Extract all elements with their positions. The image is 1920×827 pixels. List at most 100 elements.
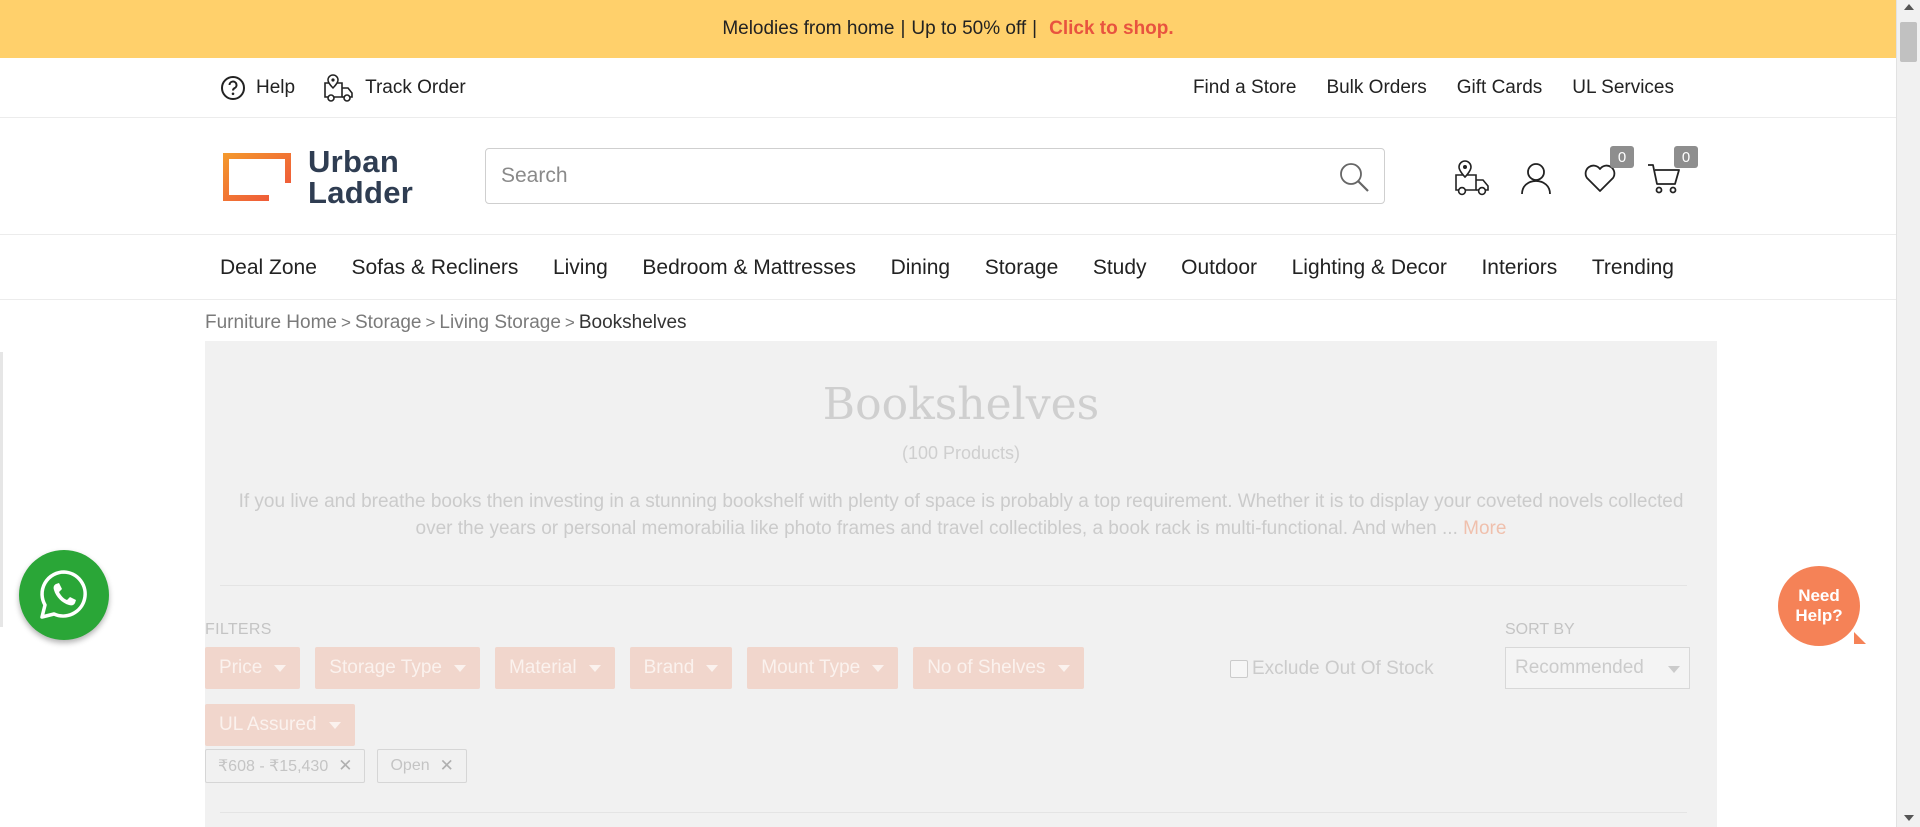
store-locator-button[interactable] <box>1452 158 1492 198</box>
applied-filters: ₹608 - ₹15,430 ✕ Open ✕ <box>205 749 467 783</box>
logo-line-1: Urban <box>308 144 400 179</box>
search-icon[interactable] <box>1338 161 1370 193</box>
breadcrumb-storage[interactable]: Storage <box>355 312 422 334</box>
exclude-out-of-stock-toggle[interactable]: Exclude Out Of Stock <box>1230 658 1434 680</box>
exclude-out-of-stock-checkbox[interactable] <box>1230 660 1248 678</box>
bulk-orders-link[interactable]: Bulk Orders <box>1326 77 1426 99</box>
promo-separator: | <box>900 18 906 39</box>
applied-filter-label: Open <box>390 757 430 774</box>
applied-filter-label: ₹608 - ₹15,430 <box>218 758 329 775</box>
nav-item-dining[interactable]: Dining <box>891 256 951 280</box>
nav-item-living[interactable]: Living <box>553 256 608 280</box>
promo-text: Melodies from home <box>722 18 895 39</box>
need-help-button[interactable]: Need Help? <box>1778 566 1866 646</box>
account-button[interactable] <box>1516 158 1556 198</box>
nav-item-deal-zone[interactable]: Deal Zone <box>220 256 317 280</box>
sort-selected-value: Recommended <box>1515 657 1644 678</box>
wishlist-button[interactable]: 0 <box>1580 146 1634 198</box>
nav-item-bedroom-mattresses[interactable]: Bedroom & Mattresses <box>642 256 856 280</box>
filter-label: Storage Type <box>329 657 442 678</box>
main-nav: Deal Zone Sofas & Recliners Living Bedro… <box>0 235 1896 300</box>
page-title: Bookshelves <box>822 379 1100 430</box>
promo-banner[interactable]: Melodies from home | Up to 50% off | Cli… <box>0 0 1896 58</box>
find-store-link[interactable]: Find a Store <box>1193 77 1297 99</box>
nav-item-study[interactable]: Study <box>1093 256 1147 280</box>
filter-price[interactable]: Price <box>205 647 301 689</box>
promo-separator: | <box>1032 18 1038 39</box>
help-label: Help <box>256 77 296 98</box>
gift-cards-link[interactable]: Gift Cards <box>1457 77 1543 99</box>
main-header: Urban Ladder Search 0 0 <box>0 118 1896 235</box>
nav-item-lighting-decor[interactable]: Lighting & Decor <box>1292 256 1447 280</box>
nav-item-outdoor[interactable]: Outdoor <box>1181 256 1257 280</box>
whatsapp-icon <box>40 570 87 619</box>
utility-left: Help Track Order <box>220 58 466 118</box>
chevron-down-icon <box>274 664 287 672</box>
filter-label: Brand <box>643 657 695 678</box>
breadcrumb-separator: > <box>425 313 436 332</box>
scroll-up-arrow-icon[interactable] <box>1904 4 1914 10</box>
chevron-down-icon <box>1057 664 1070 672</box>
promo-offer: Up to 50% off <box>911 18 1027 39</box>
promo-cta-link[interactable]: Click to shop. <box>1049 18 1174 40</box>
urban-ladder-logo[interactable]: Urban Ladder <box>220 146 413 208</box>
category-content: Bookshelves (100 Products) If you live a… <box>205 341 1717 827</box>
divider <box>220 585 1687 586</box>
filter-ul-assured[interactable]: UL Assured <box>205 704 355 746</box>
track-order-link[interactable]: Track Order <box>323 73 466 103</box>
side-panel-edge <box>0 352 3 627</box>
filter-label: Material <box>508 657 577 678</box>
scroll-down-arrow-icon[interactable] <box>1904 815 1914 821</box>
nav-item-interiors[interactable]: Interiors <box>1481 256 1557 280</box>
chevron-down-icon <box>328 721 341 729</box>
sort-select[interactable]: Recommended <box>1505 647 1690 689</box>
breadcrumb-separator: > <box>341 313 351 332</box>
remove-filter-icon[interactable]: ✕ <box>440 756 454 776</box>
product-count: (100 Products) <box>901 443 1021 463</box>
remove-filter-icon[interactable]: ✕ <box>338 756 352 776</box>
filter-material[interactable]: Material <box>494 647 615 689</box>
logo-line-2: Ladder <box>308 175 414 210</box>
cart-button[interactable]: 0 <box>1644 146 1698 198</box>
filter-label: No of Shelves <box>927 657 1046 678</box>
whatsapp-chat-button[interactable] <box>19 550 109 640</box>
ul-services-link[interactable]: UL Services <box>1572 77 1674 99</box>
search-bar <box>485 148 1385 204</box>
filter-label: Mount Type <box>761 657 861 678</box>
chevron-down-icon <box>1668 666 1680 673</box>
exclude-out-of-stock-label: Exclude Out Of Stock <box>1252 658 1434 679</box>
cart-count-badge: 0 <box>1674 146 1698 168</box>
user-icon <box>1521 163 1551 195</box>
sort-label: SORT BY <box>1505 621 1575 638</box>
breadcrumb-separator: > <box>564 313 575 332</box>
help-link[interactable]: Help <box>220 75 295 101</box>
track-order-label: Track Order <box>365 77 466 98</box>
scrollbar-thumb[interactable] <box>1900 22 1917 62</box>
applied-filter-price-range: ₹608 - ₹15,430 ✕ <box>205 749 366 783</box>
header-actions: 0 0 <box>1452 146 1698 198</box>
search-input[interactable] <box>486 149 1306 203</box>
need-help-line-1: Need <box>1798 586 1840 605</box>
utility-right: Find a Store Bulk Orders Gift Cards UL S… <box>1193 58 1674 118</box>
chevron-down-icon <box>706 664 719 672</box>
filter-no-of-shelves[interactable]: No of Shelves <box>913 647 1084 689</box>
logo-mark-icon <box>223 153 291 201</box>
nav-item-trending[interactable]: Trending <box>1592 256 1674 280</box>
nav-item-storage[interactable]: Storage <box>985 256 1059 280</box>
breadcrumb-living-storage[interactable]: Living Storage <box>439 312 560 334</box>
utility-bar: Help Track Order Find a Store Bulk Order… <box>0 58 1896 118</box>
filter-label: Price <box>219 657 263 678</box>
category-description: If you live and breathe books then inves… <box>220 488 1702 542</box>
breadcrumb-furniture-home[interactable]: Furniture Home <box>205 312 337 334</box>
chevron-down-icon <box>588 664 601 672</box>
chevron-down-icon <box>453 664 466 672</box>
page-scrollbar[interactable] <box>1896 0 1920 827</box>
breadcrumb-current: Bookshelves <box>578 312 687 333</box>
applied-filter-open: Open ✕ <box>377 749 467 783</box>
read-more-link[interactable]: More <box>1463 518 1506 539</box>
filter-mount-type[interactable]: Mount Type <box>747 647 899 689</box>
filter-storage-type[interactable]: Storage Type <box>315 647 480 689</box>
filter-brand[interactable]: Brand <box>629 647 733 689</box>
nav-item-sofas-recliners[interactable]: Sofas & Recliners <box>351 256 518 280</box>
need-help-line-2: Help? <box>1795 606 1843 625</box>
